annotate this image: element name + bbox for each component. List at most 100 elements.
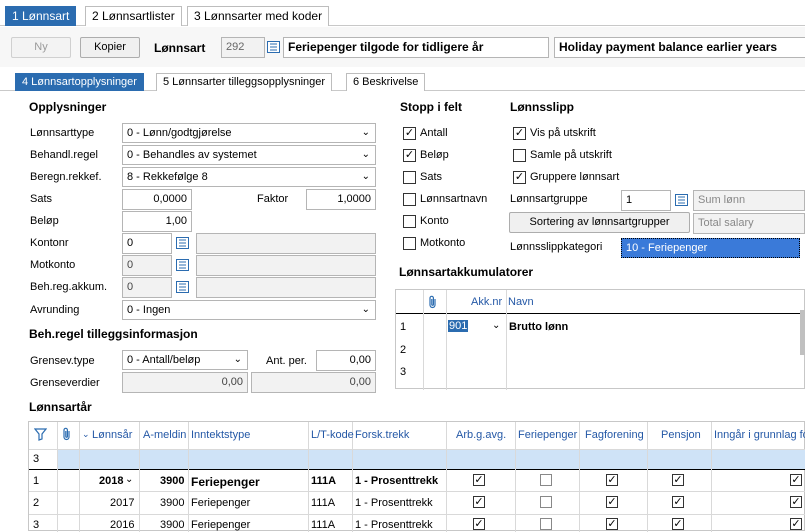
gruppe-label: Lønnsartgruppe	[510, 193, 588, 205]
chevron-down-icon[interactable]: ⌄	[492, 320, 500, 331]
gruppe-field[interactable]: 1	[621, 190, 671, 211]
checkmark-icon: ✓	[474, 496, 484, 508]
faktor-field[interactable]: 1,0000	[306, 189, 376, 210]
grenseverdi-1[interactable]: 0,00	[122, 372, 248, 393]
checkmark-icon: ✓	[607, 474, 617, 486]
motkonto-name	[196, 255, 376, 276]
behandl-select[interactable]: 0 - Behandles av systemet ⌄	[122, 145, 376, 165]
list-lookup-icon[interactable]	[176, 281, 189, 293]
stopp-motkonto-checkbox[interactable]	[403, 237, 416, 250]
attachment-icon[interactable]	[427, 295, 439, 309]
lar-arb-checkbox[interactable]: ✓	[473, 496, 485, 508]
akk-col-divider	[446, 290, 447, 390]
col-pensjon[interactable]: Pensjon	[661, 429, 701, 441]
lonnsarttype-select[interactable]: 0 - Lønn/godtgjørelse ⌄	[122, 123, 376, 143]
antper-field[interactable]: 0,00	[316, 350, 376, 371]
col-inntektstype[interactable]: Inntektstype	[191, 429, 250, 441]
lar-fer-checkbox[interactable]	[540, 474, 552, 486]
lar-col-divider	[139, 422, 140, 532]
stopp-konto-checkbox[interactable]	[403, 215, 416, 228]
kontonr-field[interactable]: 0	[122, 233, 172, 254]
tab-tilleggsopplysninger[interactable]: 5 Lønnsarter tilleggsopplysninger	[156, 73, 333, 91]
opplysninger-title: Opplysninger	[29, 100, 107, 114]
akk-col-akknr[interactable]: Akk.nr	[471, 296, 502, 308]
tab-lonnsart[interactable]: 1 Lønnsart	[5, 6, 77, 26]
list-lookup-icon[interactable]	[675, 194, 688, 206]
stopp-belop-checkbox[interactable]: ✓	[403, 149, 416, 162]
copy-button[interactable]: Kopier	[80, 37, 140, 58]
name-en-field[interactable]: Holiday payment balance earlier years	[554, 37, 805, 58]
new-button[interactable]: Ny	[11, 37, 71, 58]
vis-checkbox[interactable]: ✓	[513, 127, 526, 140]
kategori-select[interactable]: 10 - Feriepenger	[621, 238, 800, 258]
lar-fag-checkbox[interactable]: ✓	[606, 496, 618, 508]
tab-lonnsartopplysninger[interactable]: 4 Lønnsartopplysninger	[15, 73, 144, 91]
col-lt-kode[interactable]: L/T-kode	[311, 429, 354, 441]
motkonto-field[interactable]: 0	[122, 255, 172, 276]
lar-arb-checkbox[interactable]: ✓	[473, 518, 485, 530]
tab-beskrivelse[interactable]: 6 Beskrivelse	[346, 73, 426, 91]
lar-fag-checkbox[interactable]: ✓	[606, 518, 618, 530]
akk-row-num: 3	[400, 366, 407, 378]
filter-row[interactable]	[57, 450, 805, 469]
list-lookup-icon[interactable]	[176, 259, 189, 271]
lar-year: 2016	[110, 519, 135, 531]
stopp-lonnsartnavn-checkbox[interactable]	[403, 193, 416, 206]
col-feriepenger[interactable]: Feriepenger	[518, 429, 577, 441]
stopp-sats-checkbox[interactable]	[403, 171, 416, 184]
lar-fors: 1 - Prosenttrekk	[355, 519, 433, 531]
lar-inn-checkbox[interactable]: ✓	[790, 474, 802, 486]
grenseverdi-2[interactable]: 0,00	[251, 372, 376, 393]
lar-inn-checkbox[interactable]: ✓	[790, 496, 802, 508]
list-lookup-icon[interactable]	[267, 41, 280, 53]
col-inngar[interactable]: Inngår i grunnlag fo	[714, 429, 805, 441]
lar-year: 2017	[110, 497, 135, 509]
attachment-icon[interactable]	[61, 427, 73, 441]
kontonr-name	[196, 233, 376, 254]
behreg-field[interactable]: 0	[122, 277, 172, 298]
col-lonnsar[interactable]: Lønnsår	[92, 429, 132, 441]
sats-field[interactable]: 0,0000	[122, 189, 192, 210]
col-a-melding[interactable]: A-meldin	[143, 429, 186, 441]
avrunding-label: Avrunding	[30, 304, 80, 316]
sort-desc-icon[interactable]: ⌄	[82, 429, 90, 440]
list-lookup-icon[interactable]	[176, 237, 189, 249]
grensev-select[interactable]: 0 - Antall/beløp ⌄	[122, 350, 248, 370]
lonnsart-number[interactable]: 292	[221, 37, 265, 58]
lar-pen-checkbox[interactable]: ✓	[672, 474, 684, 486]
akk-col-navn[interactable]: Navn	[508, 296, 534, 308]
col-forsk-trekk[interactable]: Forsk.trekk	[355, 429, 409, 441]
col-fagforening[interactable]: Fagforening	[585, 429, 644, 441]
behandl-value: 0 - Behandles av systemet	[127, 149, 257, 161]
top-tab-bar: 1 Lønnsart 2 Lønnsartlister 3 Lønnsarter…	[0, 0, 805, 26]
lar-fer-checkbox[interactable]	[540, 518, 552, 530]
belop-field[interactable]: 1,00	[122, 211, 192, 232]
tab-lonnsartlister[interactable]: 2 Lønnsartlister	[85, 6, 182, 26]
akk-row-akknr[interactable]: 901	[448, 320, 469, 332]
sortering-button[interactable]: Sortering av lønnsartgrupper	[509, 212, 690, 233]
grupp-checkbox[interactable]: ✓	[513, 171, 526, 184]
lar-arb-checkbox[interactable]: ✓	[473, 474, 485, 486]
beregn-select[interactable]: 8 - Rekkefølge 8 ⌄	[122, 167, 376, 187]
chevron-down-icon[interactable]: ⌄	[125, 474, 133, 485]
name-no-field[interactable]: Feriepenger tilgode for tidligere år	[283, 37, 549, 58]
filter-icon[interactable]	[34, 428, 47, 441]
stopp-belop-label: Beløp	[420, 149, 449, 161]
checkmark-icon: ✓	[404, 149, 415, 161]
akk-scrollbar[interactable]	[800, 310, 805, 355]
lar-fag-checkbox[interactable]: ✓	[606, 474, 618, 486]
stopp-antall-checkbox[interactable]: ✓	[403, 127, 416, 140]
lar-pen-checkbox[interactable]: ✓	[672, 518, 684, 530]
tab-lonnsarter-med-koder[interactable]: 3 Lønnsarter med koder	[187, 6, 330, 26]
lar-pen-checkbox[interactable]: ✓	[672, 496, 684, 508]
checkmark-icon: ✓	[791, 496, 801, 508]
lar-fer-checkbox[interactable]	[540, 496, 552, 508]
checkmark-icon: ✓	[673, 474, 683, 486]
col-arbg-avg[interactable]: Arb.g.avg.	[456, 429, 506, 441]
lar-inn-checkbox[interactable]: ✓	[790, 518, 802, 530]
stopp-antall-label: Antall	[420, 127, 448, 139]
lar-row-num: 2	[33, 497, 40, 509]
lar-col-divider	[79, 422, 80, 532]
avrunding-select[interactable]: 0 - Ingen ⌄	[122, 300, 376, 320]
samle-checkbox[interactable]	[513, 149, 526, 162]
